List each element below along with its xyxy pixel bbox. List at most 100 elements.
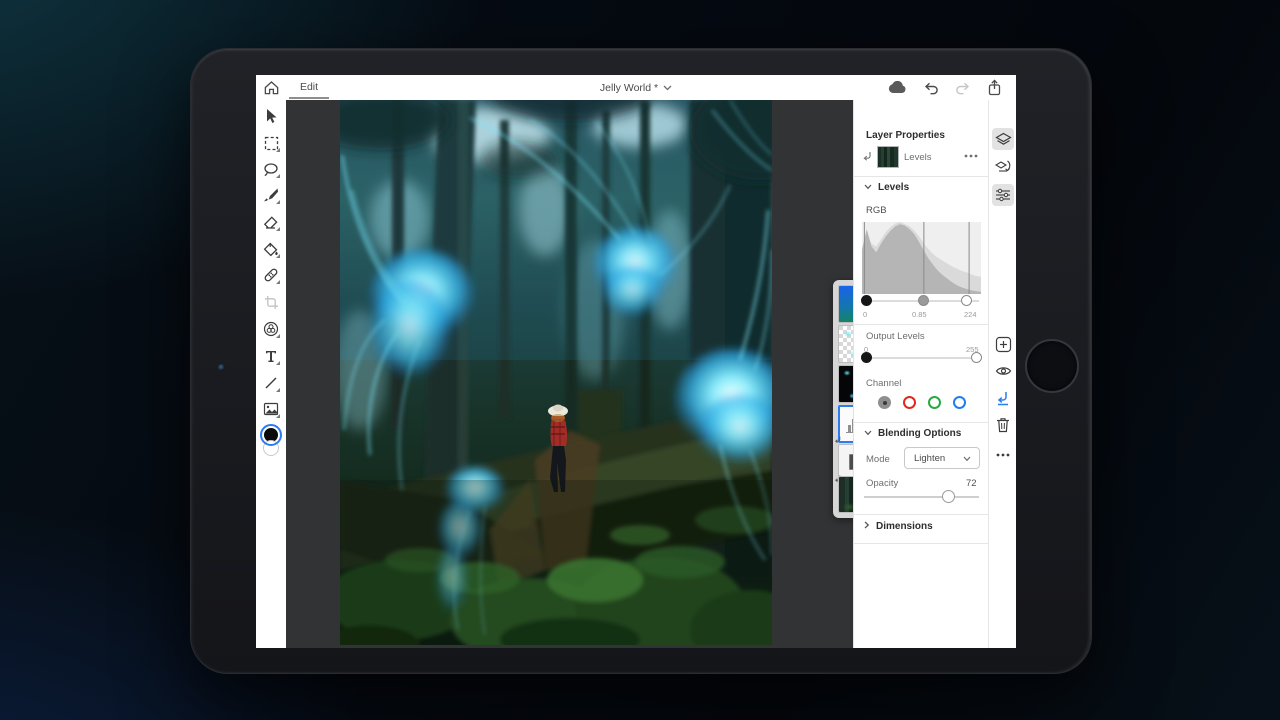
output-levels-label: Output Levels [866,331,925,342]
move-tool[interactable] [260,105,282,127]
tab-edit-label: Edit [299,81,319,93]
redo-icon[interactable] [955,81,971,95]
top-bar: Edit Jelly World * [256,75,1016,101]
highlight-value: 224 [964,310,977,319]
chevron-down-icon [864,430,872,436]
layers-button[interactable] [992,128,1014,150]
clip-mask-indicator [835,436,841,443]
mode-label: Mode [866,454,890,465]
background-color-swatch[interactable] [263,440,279,456]
midtone-input-handle[interactable] [918,295,929,306]
visibility-button[interactable] [992,360,1014,382]
divider [854,514,989,515]
blend-mode-select[interactable]: Lighten [904,447,980,469]
input-levels-slider[interactable] [861,295,979,306]
tablet-home-button[interactable] [1025,339,1079,393]
midtone-value: 0.85 [912,310,927,319]
opacity-handle[interactable] [942,490,955,503]
divider [854,422,989,423]
eraser-tool[interactable] [260,211,282,233]
select-tool[interactable] [260,132,282,154]
divider [854,543,989,544]
healing-tool[interactable] [260,264,282,286]
clip-mask-icon [863,152,871,161]
layer-thumbnail[interactable] [877,146,899,168]
channel-rgb-button[interactable] [878,396,891,409]
flyout-indicator [276,334,280,338]
type-tool[interactable] [260,345,282,367]
line-tool[interactable] [260,372,282,394]
fill-tool[interactable] [260,238,282,260]
jelly-world-artwork [340,100,772,645]
delete-icon [997,418,1009,433]
opacity-label: Opacity [866,478,899,489]
chevron-down-icon [864,184,872,190]
layer-name: Levels [904,152,932,163]
flyout-indicator [276,148,280,152]
visibility-icon [995,367,1011,375]
right-task-rail [988,100,1016,648]
home-icon[interactable] [263,79,280,96]
add-layer-icon [995,336,1011,352]
clip-mask-icon [997,391,1008,405]
chevron-down-icon [663,85,672,90]
layer-reorder-button[interactable] [992,156,1014,178]
color-wells [260,424,282,456]
move-tool-icon [267,109,277,123]
canvas-workspace[interactable] [286,100,883,648]
rgb-label: RGB [866,205,887,216]
place-image-tool[interactable] [260,398,282,420]
channel-green-button[interactable] [928,396,941,409]
shadow-input-handle[interactable] [861,295,872,306]
flyout-indicator [276,280,280,284]
levels-histogram[interactable] [862,222,981,294]
flyout-indicator [276,254,280,258]
levels-section-header[interactable]: Levels [864,182,909,193]
flyout-indicator [276,200,280,204]
layer-properties-icon [996,188,1010,202]
chevron-right-icon [864,521,870,529]
opacity-value: 72 [966,478,977,489]
output-shadow-handle[interactable] [861,352,872,363]
output-highlight-handle[interactable] [971,352,982,363]
flyout-indicator [276,174,280,178]
add-layer-button[interactable] [992,333,1014,355]
output-levels-slider[interactable] [861,352,982,363]
blending-options-header[interactable]: Blending Options [864,428,961,439]
panel-title: Layer Properties [866,130,945,141]
adjust-tool[interactable] [260,318,282,340]
flyout-indicator [276,227,280,231]
tablet-camera [218,364,225,371]
more-options-icon[interactable] [964,154,978,158]
document-canvas[interactable] [340,100,772,645]
layer-reorder-icon [994,160,1010,172]
lasso-tool[interactable] [260,158,282,180]
opacity-slider[interactable] [864,490,979,503]
flyout-indicator [276,388,280,392]
divider [854,176,989,177]
undo-icon[interactable] [923,81,939,95]
brush-tool[interactable] [260,184,282,206]
layer-properties-panel: Layer Properties Levels Levels RGB 0 0.8… [853,100,989,648]
channel-selector [878,396,966,409]
layers-icon [994,132,1012,145]
blend-mode-value: Lighten [914,452,946,464]
tool-bar [256,100,287,648]
channel-blue-button[interactable] [953,396,966,409]
photoshop-app: Edit Jelly World * Layer Properties Leve… [256,75,1016,648]
delete-layer-button[interactable] [992,414,1014,436]
flyout-indicator [276,361,280,365]
divider [854,324,989,325]
more-button[interactable] [992,444,1014,466]
dimensions-header[interactable]: Dimensions [864,521,933,532]
crop-tool[interactable] [260,291,282,313]
tab-edit[interactable]: Edit [286,75,332,99]
channel-label: Channel [866,378,902,389]
highlight-input-handle[interactable] [961,295,972,306]
cloud-sync-icon[interactable] [888,81,907,94]
clip-mask-button[interactable] [992,387,1014,409]
chevron-down-icon [963,456,971,462]
layer-properties-button[interactable] [992,184,1014,206]
share-icon[interactable] [987,79,1002,96]
channel-red-button[interactable] [903,396,916,409]
